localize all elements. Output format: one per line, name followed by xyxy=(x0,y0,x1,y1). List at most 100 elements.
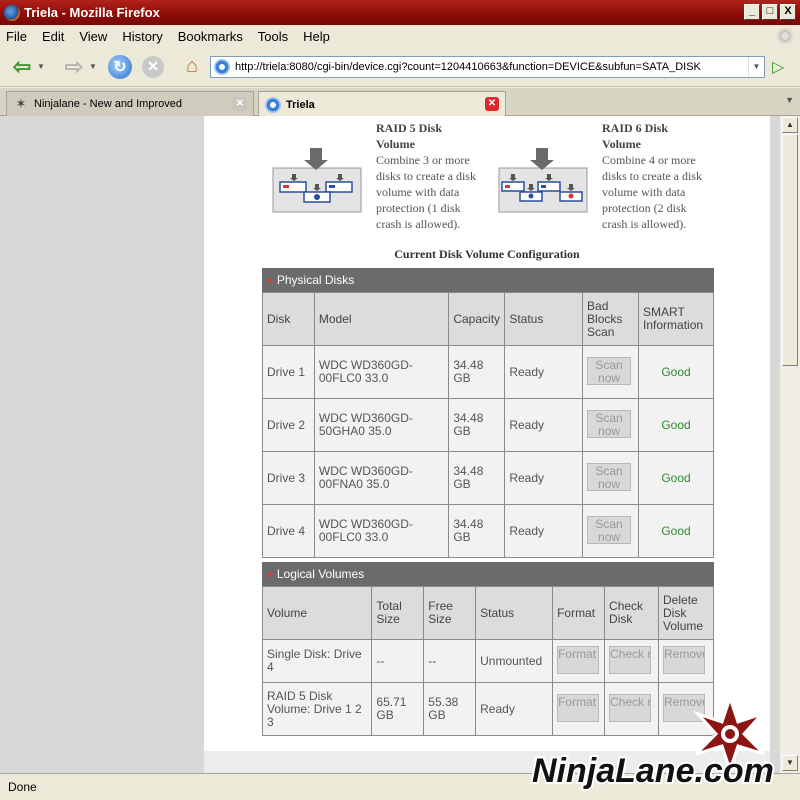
scan-now-button[interactable]: Scan now xyxy=(587,515,632,544)
status-text: Done xyxy=(8,780,37,794)
status-bar: Done xyxy=(0,773,800,800)
smart-cell: Good xyxy=(638,504,714,558)
scroll-down-arrow-icon[interactable]: ▼ xyxy=(782,755,798,771)
disk-cell: Drive 4 xyxy=(262,504,315,558)
total-size-cell: 65.71 GB xyxy=(371,682,425,736)
column-header: Model xyxy=(313,292,450,346)
column-header: Status xyxy=(475,586,554,640)
model-cell: WDC WD360GD-00FLC0 33.0 xyxy=(313,504,450,558)
scan-cell: Scan now xyxy=(582,345,640,399)
throbber-icon xyxy=(776,27,794,45)
stop-button[interactable]: ✕ xyxy=(142,55,164,78)
tab-close-icon[interactable]: ✕ xyxy=(233,97,247,111)
ninja-favicon-icon: ✶ xyxy=(15,96,27,111)
vertical-scrollbar[interactable]: ▲ ▼ xyxy=(780,116,800,773)
scan-cell: Scan now xyxy=(582,504,640,558)
format-now-button[interactable]: Format now xyxy=(557,645,600,674)
total-size-cell: -- xyxy=(371,639,425,683)
table-row: Drive 3 WDC WD360GD-00FNA0 35.0 34.48 GB… xyxy=(262,451,714,505)
column-header: Check Disk xyxy=(604,586,660,640)
raid5-line: disks to create a disk xyxy=(376,169,476,183)
back-history-dropdown[interactable]: ▼ xyxy=(36,53,46,81)
raid5-title: RAID 5 Disk xyxy=(376,121,443,135)
free-size-cell: -- xyxy=(423,639,477,683)
site-favicon-icon xyxy=(214,59,230,75)
menu-tools[interactable]: Tools xyxy=(258,29,288,44)
table-header-row: Disk Model Capacity Status Bad Blocks Sc… xyxy=(262,292,714,346)
raid6-line: volume with data xyxy=(602,185,686,199)
tab-label: Triela xyxy=(286,98,315,111)
check-now-button[interactable]: Check now xyxy=(609,693,652,722)
logical-volumes-heading: ■ Logical Volumes xyxy=(262,562,714,586)
logical-volumes-table: Volume Total Size Free Size Status Forma… xyxy=(261,586,714,736)
menu-edit[interactable]: Edit xyxy=(42,29,64,44)
url-bar[interactable]: http://triela:8080/cgi-bin/device.cgi?co… xyxy=(210,56,765,78)
table-row: Drive 1 WDC WD360GD-00FLC0 33.0 34.48 GB… xyxy=(262,345,714,399)
url-text[interactable]: http://triela:8080/cgi-bin/device.cgi?co… xyxy=(235,61,701,73)
tab-list-icon[interactable]: ▼ xyxy=(785,95,794,105)
back-button[interactable]: ⇦ xyxy=(8,53,36,81)
column-header: Disk xyxy=(262,292,315,346)
tab-close-icon[interactable]: ✕ xyxy=(485,97,499,111)
volume-cell: RAID 5 Disk Volume: Drive 1 2 3 xyxy=(261,682,373,736)
menu-view[interactable]: View xyxy=(79,29,107,44)
raid6-title-cont: Volume xyxy=(602,137,641,151)
tab-ninjalane[interactable]: ✶ Ninjalane - New and Improved ✕ xyxy=(6,91,254,116)
status-cell: Unmounted xyxy=(475,639,554,683)
reload-button[interactable]: ↻ xyxy=(108,54,132,79)
forward-history-dropdown[interactable]: ▼ xyxy=(88,53,98,81)
remove-now-button[interactable]: Remove now xyxy=(663,645,706,674)
column-header: Volume xyxy=(261,586,373,640)
url-history-dropdown[interactable]: ▼ xyxy=(748,57,764,77)
menu-bookmarks[interactable]: Bookmarks xyxy=(178,29,243,44)
check-cell: Check now xyxy=(604,639,660,683)
status-cell: Ready xyxy=(504,504,584,558)
table-header-row: Volume Total Size Free Size Status Forma… xyxy=(261,586,714,640)
scan-now-button[interactable]: Scan now xyxy=(587,356,632,385)
raid6-description: RAID 6 Disk Volume Combine 4 or more dis… xyxy=(602,120,714,232)
forward-button[interactable]: ⇨ xyxy=(60,53,88,81)
capacity-cell: 34.48 GB xyxy=(448,504,506,558)
status-cell: Ready xyxy=(504,398,584,452)
scroll-up-arrow-icon[interactable]: ▲ xyxy=(782,117,798,133)
config-title: Current Disk Volume Configuration xyxy=(394,247,580,261)
capacity-cell: 34.48 GB xyxy=(448,451,506,505)
column-header: Bad Blocks Scan xyxy=(582,292,640,346)
menu-history[interactable]: History xyxy=(122,29,162,44)
column-header: Capacity xyxy=(448,292,506,346)
window-controls: _ □ X xyxy=(744,4,796,20)
raid5-line: protection (1 disk xyxy=(376,201,461,215)
model-cell: WDC WD360GD-00FNA0 35.0 xyxy=(313,451,450,505)
status-cell: Ready xyxy=(475,682,554,736)
go-button[interactable]: ▷ xyxy=(772,57,784,77)
close-button[interactable]: X xyxy=(780,4,796,20)
bullet-icon: ■ xyxy=(268,275,273,285)
remove-now-button[interactable]: Remove now xyxy=(663,693,706,722)
raid5-line: Combine 3 or more xyxy=(376,153,470,167)
raid5-description: RAID 5 Disk Volume Combine 3 or more dis… xyxy=(376,120,488,232)
model-cell: WDC WD360GD-50GHA0 35.0 xyxy=(313,398,450,452)
format-now-button[interactable]: Format now xyxy=(557,693,600,722)
disk-cell: Drive 3 xyxy=(262,451,315,505)
raid6-line: crash is allowed). xyxy=(602,217,687,231)
scan-now-button[interactable]: Scan now xyxy=(587,462,632,491)
format-cell: Format now xyxy=(552,639,606,683)
check-now-button[interactable]: Check now xyxy=(609,645,652,674)
site-favicon-icon xyxy=(265,96,281,113)
maximize-button[interactable]: □ xyxy=(762,4,778,20)
raid6-line: protection (2 disk xyxy=(602,201,687,215)
menu-help[interactable]: Help xyxy=(303,29,330,44)
menu-file[interactable]: File xyxy=(6,29,27,44)
home-button[interactable]: ⌂ xyxy=(178,53,206,81)
scan-now-button[interactable]: Scan now xyxy=(587,409,632,438)
status-cell: Ready xyxy=(504,345,584,399)
scroll-thumb[interactable] xyxy=(782,134,798,366)
window-title-bar[interactable]: Triela - Mozilla Firefox _ □ X xyxy=(0,0,800,25)
column-header: Status xyxy=(504,292,584,346)
remove-cell: Remove now xyxy=(658,682,714,736)
disk-cell: Drive 1 xyxy=(262,345,315,399)
table-row: Drive 2 WDC WD360GD-50GHA0 35.0 34.48 GB… xyxy=(262,398,714,452)
tab-triela[interactable]: Triela ✕ xyxy=(258,91,506,117)
minimize-button[interactable]: _ xyxy=(744,4,760,20)
raid6-line: Combine 4 or more xyxy=(602,153,696,167)
